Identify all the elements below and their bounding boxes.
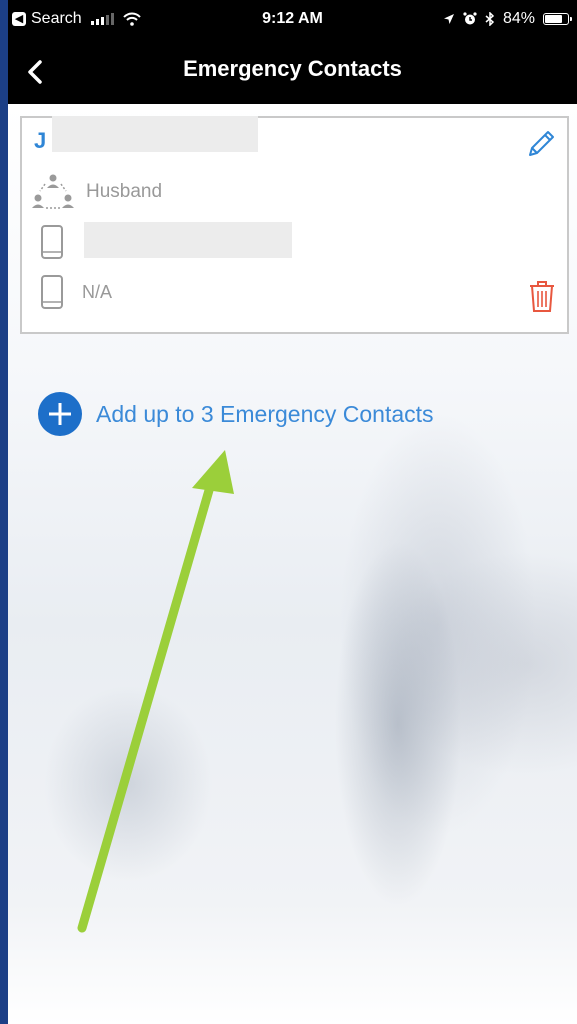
redacted-phone xyxy=(84,222,292,258)
phone-2-text: N/A xyxy=(82,281,113,302)
relationship-text: Husband xyxy=(86,181,163,202)
nav-bar: Emergency Contacts xyxy=(8,44,577,104)
edit-contact-button[interactable] xyxy=(523,126,559,162)
pencil-icon xyxy=(529,131,554,156)
page-title: Emergency Contacts xyxy=(183,56,402,81)
app-screen: ◀ Search 9:12 AM 84% Emergency Contacts … xyxy=(8,0,577,1024)
phone-icon xyxy=(41,275,63,309)
location-arrow-icon xyxy=(443,14,454,24)
battery-percent: 84% xyxy=(502,10,535,27)
people-network-icon xyxy=(32,174,74,209)
status-right: 84% xyxy=(443,10,572,28)
trash-icon xyxy=(530,281,554,312)
contact-card: J Husband N/A xyxy=(20,116,569,334)
relationship-row: Husband xyxy=(30,170,162,214)
phone-icon xyxy=(41,225,63,259)
main-content: J Husband N/A Add up to 3 Emergency Cont… xyxy=(8,104,577,1024)
delete-contact-button[interactable] xyxy=(527,278,557,314)
contact-name: J xyxy=(34,128,47,153)
phone-row-1 xyxy=(40,224,64,260)
battery-fill xyxy=(545,15,562,23)
status-bar: ◀ Search 9:12 AM 84% xyxy=(8,0,577,44)
add-contact-label[interactable]: Add up to 3 Emergency Contacts xyxy=(96,401,434,428)
alarm-icon xyxy=(463,12,477,25)
battery-icon xyxy=(543,13,572,25)
phone-row-2: N/A xyxy=(40,274,112,310)
bluetooth-icon xyxy=(485,12,495,26)
redacted-name xyxy=(52,116,258,152)
plus-circle-icon[interactable] xyxy=(38,392,82,436)
add-contact-button[interactable]: Add up to 3 Emergency Contacts xyxy=(38,392,434,436)
